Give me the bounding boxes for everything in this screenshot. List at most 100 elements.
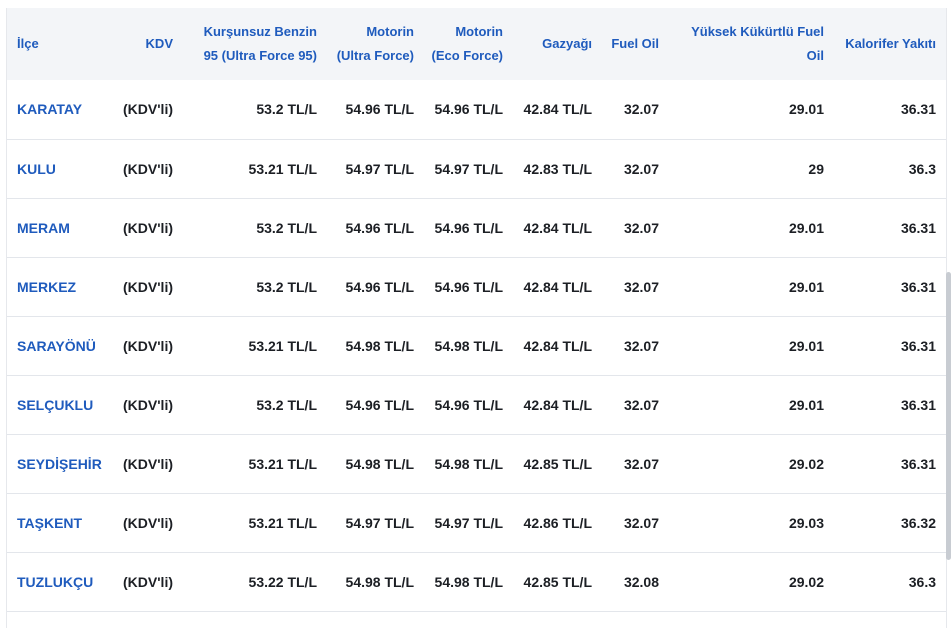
cell-motorin-eco-force: 54.96 TL/L	[434, 278, 503, 295]
cell-motorin-ultra-force: 54.98 TL/L	[345, 337, 414, 354]
cell-gazyagi: 42.84 TL/L	[523, 219, 592, 236]
table-row: KULU (KDV'li) 53.21 TL/L 54.97 TL/L 54.97 TL…	[7, 139, 946, 198]
header-kursunsuz-benzin[interactable]: Kurşunsuz Benzin 95 (Ultra Force 95)	[183, 8, 327, 80]
cell-fuel-oil: 32.07	[623, 101, 659, 118]
cell-kalorifer-yakiti: 36.31	[900, 396, 936, 413]
table-row: SEYDİŞEHİR (KDV'li) 53.21 TL/L 54.98 TL/L 54…	[7, 434, 946, 493]
header-ilce[interactable]: İlçe	[7, 8, 117, 80]
cell-kursunsuz-benzin: 53.21 TL/L	[248, 337, 317, 354]
cell-motorin-eco-force: 54.98 TL/L	[434, 573, 503, 590]
cell-motorin-eco-force: 54.98 TL/L	[434, 337, 503, 354]
cell-fuel-oil: 32.07	[623, 337, 659, 354]
cell-gazyagi: 42.84 TL/L	[523, 278, 592, 295]
header-row: İlçe KDV Kurşunsuz Benzin 95 (Ultra Forc…	[7, 8, 946, 80]
header-motorin-ultra-force[interactable]: Motorin (Ultra Force)	[327, 8, 424, 80]
cell-kdv: (KDV'li)	[123, 573, 173, 590]
header-kalorifer-yakiti[interactable]: Kalorifer Yakıtı	[834, 8, 946, 80]
district-link[interactable]: TUZLUKÇU	[17, 574, 93, 590]
cell-motorin-eco-force: 54.98 TL/L	[434, 455, 503, 472]
cell-fuel-oil: 32.07	[623, 514, 659, 531]
cell-gazyagi: 42.84 TL/L	[523, 101, 592, 118]
table-row: MERAM (KDV'li) 53.2 TL/L 54.96 TL/L 54.96 TL…	[7, 198, 946, 257]
cell-kdv: (KDV'li)	[123, 160, 173, 177]
fuel-price-table-container: İlçe KDV Kurşunsuz Benzin 95 (Ultra Forc…	[6, 8, 947, 628]
cell-kdv: (KDV'li)	[123, 278, 173, 295]
cell-ilce: MERKEZ	[7, 257, 117, 316]
vertical-scrollbar-thumb[interactable]	[946, 272, 951, 560]
district-link[interactable]: TAŞKENT	[17, 515, 82, 531]
district-link[interactable]: SARAYÖNÜ	[17, 338, 96, 354]
cell-kursunsuz-benzin: 53.21 TL/L	[248, 514, 317, 531]
cell-motorin-eco-force: 54.97 TL/L	[434, 160, 503, 177]
fuel-price-table: İlçe KDV Kurşunsuz Benzin 95 (Ultra Forc…	[7, 8, 946, 612]
cell-motorin-eco-force: 54.96 TL/L	[434, 396, 503, 413]
cell-motorin-ultra-force: 54.96 TL/L	[345, 101, 414, 118]
cell-kalorifer-yakiti: 36.3	[908, 573, 936, 590]
cell-ilce: KULU	[7, 139, 117, 198]
cell-gazyagi: 42.84 TL/L	[523, 396, 592, 413]
cell-motorin-ultra-force: 54.96 TL/L	[345, 219, 414, 236]
cell-yuksek-kukurtlu-fuel-oil: 29.01	[788, 219, 824, 236]
cell-motorin-ultra-force: 54.96 TL/L	[345, 278, 414, 295]
cell-kdv: (KDV'li)	[123, 337, 173, 354]
district-link[interactable]: SELÇUKLU	[17, 397, 93, 413]
header-yuksek-kukurtlu-fuel-oil[interactable]: Yüksek Kükürtlü Fuel Oil	[669, 8, 834, 80]
cell-gazyagi: 42.85 TL/L	[523, 573, 592, 590]
table-row: TUZLUKÇU (KDV'li) 53.22 TL/L 54.98 TL/L 54.9…	[7, 552, 946, 611]
cell-kalorifer-yakiti: 36.32	[900, 514, 936, 531]
cell-ilce: TUZLUKÇU	[7, 552, 117, 611]
table-row: SELÇUKLU (KDV'li) 53.2 TL/L 54.96 TL/L 54.96…	[7, 375, 946, 434]
table-header: İlçe KDV Kurşunsuz Benzin 95 (Ultra Forc…	[7, 8, 946, 80]
cell-kdv: (KDV'li)	[123, 219, 173, 236]
cell-fuel-oil: 32.07	[623, 278, 659, 295]
cell-kdv: (KDV'li)	[123, 101, 173, 118]
district-link[interactable]: KULU	[17, 161, 56, 177]
header-gazyagi[interactable]: Gazyağı	[513, 8, 602, 80]
cell-ilce: MERAM	[7, 198, 117, 257]
district-link[interactable]: MERKEZ	[17, 279, 76, 295]
cell-ilce: SARAYÖNÜ	[7, 316, 117, 375]
header-fuel-oil[interactable]: Fuel Oil	[602, 8, 669, 80]
cell-kdv: (KDV'li)	[123, 514, 173, 531]
cell-yuksek-kukurtlu-fuel-oil: 29.02	[788, 455, 824, 472]
cell-motorin-ultra-force: 54.96 TL/L	[345, 396, 414, 413]
cell-kalorifer-yakiti: 36.31	[900, 337, 936, 354]
cell-kalorifer-yakiti: 36.31	[900, 455, 936, 472]
district-link[interactable]: MERAM	[17, 220, 70, 236]
cell-yuksek-kukurtlu-fuel-oil: 29.01	[788, 101, 824, 118]
cell-gazyagi: 42.84 TL/L	[523, 337, 592, 354]
cell-ilce: SEYDİŞEHİR	[7, 434, 117, 493]
cell-kursunsuz-benzin: 53.22 TL/L	[248, 573, 317, 590]
cell-motorin-ultra-force: 54.98 TL/L	[345, 455, 414, 472]
cell-yuksek-kukurtlu-fuel-oil: 29.02	[788, 573, 824, 590]
cell-fuel-oil: 32.07	[623, 160, 659, 177]
header-kdv[interactable]: KDV	[117, 8, 183, 80]
cell-ilce: KARATAY	[7, 80, 117, 139]
cell-yuksek-kukurtlu-fuel-oil: 29.01	[788, 278, 824, 295]
cell-gazyagi: 42.86 TL/L	[523, 514, 592, 531]
table-row: MERKEZ (KDV'li) 53.2 TL/L 54.96 TL/L 54.96 T…	[7, 257, 946, 316]
cell-kalorifer-yakiti: 36.31	[900, 101, 936, 118]
cell-ilce: TAŞKENT	[7, 493, 117, 552]
cell-kursunsuz-benzin: 53.21 TL/L	[248, 160, 317, 177]
cell-gazyagi: 42.85 TL/L	[523, 455, 592, 472]
cell-fuel-oil: 32.07	[623, 396, 659, 413]
cell-kursunsuz-benzin: 53.2 TL/L	[256, 219, 317, 236]
table-row: TAŞKENT (KDV'li) 53.21 TL/L 54.97 TL/L 54.97…	[7, 493, 946, 552]
header-motorin-eco-force[interactable]: Motorin (Eco Force)	[424, 8, 513, 80]
district-link[interactable]: SEYDİŞEHİR	[17, 456, 102, 472]
page: İlçe KDV Kurşunsuz Benzin 95 (Ultra Forc…	[0, 0, 952, 628]
cell-kursunsuz-benzin: 53.2 TL/L	[256, 101, 317, 118]
cell-yuksek-kukurtlu-fuel-oil: 29.01	[788, 337, 824, 354]
cell-motorin-eco-force: 54.97 TL/L	[434, 514, 503, 531]
cell-yuksek-kukurtlu-fuel-oil: 29	[808, 160, 824, 177]
cell-fuel-oil: 32.07	[623, 455, 659, 472]
cell-ilce: SELÇUKLU	[7, 375, 117, 434]
cell-kalorifer-yakiti: 36.3	[908, 160, 936, 177]
cell-kalorifer-yakiti: 36.31	[900, 219, 936, 236]
cell-motorin-eco-force: 54.96 TL/L	[434, 101, 503, 118]
cell-kalorifer-yakiti: 36.31	[900, 278, 936, 295]
district-link[interactable]: KARATAY	[17, 101, 82, 117]
cell-kdv: (KDV'li)	[123, 396, 173, 413]
cell-gazyagi: 42.83 TL/L	[523, 160, 592, 177]
